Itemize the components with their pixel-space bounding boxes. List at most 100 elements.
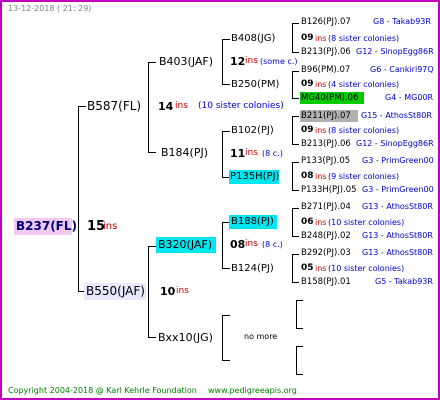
g3-bracket-1 <box>292 23 293 53</box>
g4-node-name-9[interactable]: B271(PJ).04 <box>301 203 351 212</box>
g1-ins-note-1: (10 sister colonies) <box>198 101 284 111</box>
g3-bracket-5-bottom <box>292 236 299 237</box>
g2-line-3 <box>222 222 223 269</box>
g2-node-name-3[interactable]: B320(JAF) <box>158 239 212 250</box>
g2-line-1-bottom <box>222 84 230 85</box>
g3-bracket-1-top <box>292 23 299 24</box>
g4-node-info-1: G8 - Takab93R <box>373 17 431 26</box>
g3-bracket-7-bottom <box>296 328 303 329</box>
g2-line-4-bottom <box>222 360 230 361</box>
g3-bracket-1-bottom <box>292 52 299 53</box>
g3-bracket-7 <box>296 300 297 329</box>
g4-node-name-8[interactable]: P133H(PJ).05 <box>301 186 357 195</box>
g2-no-more-label: no more <box>244 332 278 341</box>
g1-ins-label-1: ins <box>175 101 188 111</box>
g1-ins-label-2: ins <box>176 286 189 296</box>
g4-node-name-10[interactable]: B248(PJ).02 <box>301 232 351 241</box>
g3-ins-label-1: ins <box>315 34 327 43</box>
g3-ins-label-5: ins <box>315 218 327 227</box>
g4-node-name-1[interactable]: B126(PJ).07 <box>301 18 351 27</box>
g3-ins-label-6: ins <box>315 264 327 273</box>
g2-ins-number-3: 08 <box>230 238 246 251</box>
g1-node-name-1[interactable]: B587(FL) <box>87 100 141 112</box>
g3-node-name-2[interactable]: B250(PM) <box>231 80 279 90</box>
g3-bracket-2-bottom <box>292 98 299 99</box>
g3-bracket-3 <box>292 116 293 145</box>
g3-ins-note-1: (8 sister colonies) <box>328 34 400 43</box>
g4-node-name-5[interactable]: B211(PJ).07 <box>301 112 351 121</box>
g2-line-3-bottom <box>222 268 230 269</box>
website-link[interactable]: www.pedigreeapis.org <box>208 387 297 395</box>
g3-ins-number-3: 09 <box>301 125 314 135</box>
g3-node-name-1[interactable]: B408(JG) <box>231 34 275 44</box>
g4-node-info-5: G15 - AthosSt80R <box>361 111 432 120</box>
g2-ins-number-1: 12 <box>230 55 246 68</box>
g2-ins-label-3: ins <box>245 239 258 249</box>
g3-bracket-6-bottom <box>292 282 299 283</box>
g3-ins-number-4: 08 <box>301 171 314 181</box>
g3-bracket-4-bottom <box>292 190 299 191</box>
g3-bracket-4 <box>292 162 293 191</box>
g3-bracket-8 <box>296 346 297 375</box>
g3-bracket-5-top <box>292 208 299 209</box>
g4-node-info-8: G3 - PrimGreen00 <box>362 185 434 194</box>
g3-ins-label-4: ins <box>315 172 327 181</box>
root-branch-line <box>78 106 79 292</box>
g3-bracket-8-bottom <box>296 374 303 375</box>
g3-bracket-8-top <box>296 346 303 347</box>
g1-ins-number-2: 10 <box>160 285 176 298</box>
g4-node-name-4[interactable]: MG40(PM).06 <box>301 94 358 103</box>
g3-ins-number-1: 09 <box>301 33 314 43</box>
g3-bracket-7-top <box>296 300 303 301</box>
g4-node-name-3[interactable]: B96(PM).07 <box>301 66 350 75</box>
g4-node-info-3: G6 - Cankiri97Q <box>370 65 434 74</box>
g3-ins-note-5: (10 sister colonies) <box>328 218 405 227</box>
g4-node-info-2: G12 - SinopEgg86R <box>356 47 434 56</box>
g2-node-name-1[interactable]: B403(JAF) <box>159 56 213 67</box>
g3-ins-note-4: (9 sister colonies) <box>328 172 400 181</box>
g3-ins-label-2: ins <box>315 80 327 89</box>
g3-bracket-5 <box>292 208 293 237</box>
g2-line-1-top <box>222 39 230 40</box>
g2-ins-note-2: (8 c.) <box>262 149 283 158</box>
g4-node-name-7[interactable]: P133(PJ).05 <box>301 157 350 166</box>
root-ins-label: ins <box>103 221 118 232</box>
g1-lower-line <box>148 246 149 338</box>
g4-node-info-4: G4 - MG00R <box>385 93 434 102</box>
g4-node-name-6[interactable]: B213(PJ).06 <box>301 140 351 149</box>
g2-line-4 <box>222 315 223 361</box>
g3-bracket-6 <box>292 254 293 283</box>
g2-ins-number-2: 11 <box>230 147 246 160</box>
copyright-text: Copyright 2004-2018 @ Karl Kehrle Founda… <box>8 386 197 395</box>
g3-node-name-3[interactable]: B102(PJ) <box>231 126 274 136</box>
g4-node-info-9: G13 - AthosSt80R <box>362 202 433 211</box>
g3-node-name-4[interactable]: P135H(PJ) <box>230 172 279 182</box>
g3-node-name-6[interactable]: B124(PJ) <box>231 264 274 274</box>
g4-node-name-12[interactable]: B158(PJ).01 <box>301 278 351 287</box>
g3-bracket-4-top <box>292 162 299 163</box>
g1-upper-line <box>148 62 149 153</box>
g1-node-name-2[interactable]: B550(JAF) <box>86 285 145 297</box>
g2-ins-label-1: ins <box>245 56 258 66</box>
g2-line-2 <box>222 131 223 178</box>
g2-ins-note-1: (some c.) <box>260 57 298 66</box>
g4-node-name-2[interactable]: B213(PJ).06 <box>301 48 351 57</box>
root-branch-top <box>78 106 86 107</box>
g4-node-info-11: G13 - AthosSt80R <box>362 248 433 257</box>
g1-lower-top <box>148 246 156 247</box>
g1-lower-bottom <box>148 337 156 338</box>
g3-ins-number-6: 05 <box>301 263 314 273</box>
root-bee-name[interactable]: B237(FL) <box>16 220 77 232</box>
g2-line-4-top <box>222 315 230 316</box>
date-stamp: 13-12-2018 ( 21: 29) <box>8 4 92 13</box>
g3-node-name-5[interactable]: B188(PJ) <box>231 217 274 227</box>
g4-node-name-11[interactable]: B292(PJ).03 <box>301 249 351 258</box>
g2-ins-label-2: ins <box>245 148 258 158</box>
g2-node-name-2[interactable]: B184(PJ) <box>161 147 208 158</box>
g2-node-name-4[interactable]: Bxx10(JG) <box>158 332 213 343</box>
g3-bracket-3-bottom <box>292 144 299 145</box>
g3-bracket-2 <box>292 71 293 99</box>
g4-node-info-7: G3 - PrimGreen00 <box>362 156 434 165</box>
g3-ins-label-3: ins <box>315 126 327 135</box>
g3-ins-note-2: (4 sister colonies) <box>328 80 400 89</box>
